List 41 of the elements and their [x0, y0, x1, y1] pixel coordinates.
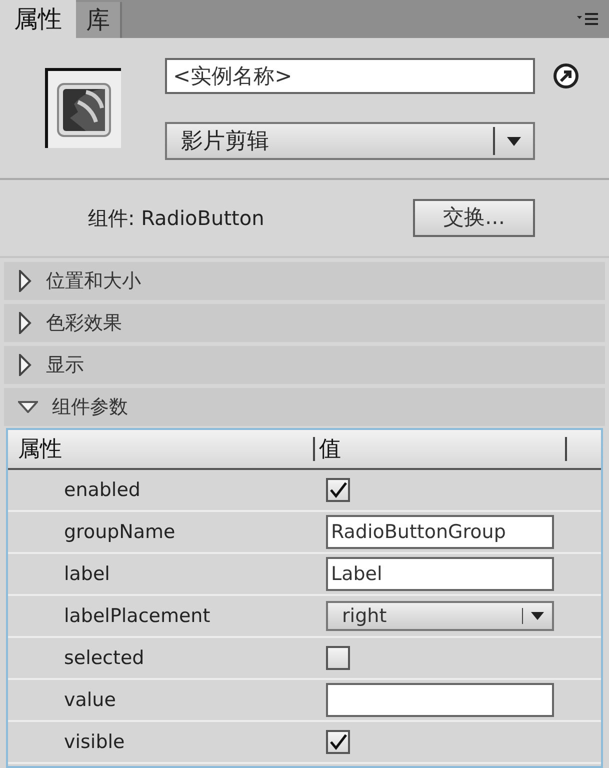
column-header: 属性 [17, 436, 63, 464]
property-name: selected [63, 646, 146, 671]
checkmark-icon [328, 733, 348, 751]
arrow-circle-icon[interactable] [553, 63, 579, 89]
dropdown-arrow-icon [531, 612, 544, 620]
collapse-triangle-icon [18, 401, 38, 413]
swap-button[interactable]: 交换... [413, 199, 535, 237]
section-title: 位置和大小 [46, 268, 141, 294]
symbol-type-dropdown[interactable]: 影片剪辑 [165, 122, 535, 160]
value-field[interactable]: RadioButtonGroup [326, 515, 554, 549]
value-field[interactable]: Label [326, 557, 554, 591]
column-header: 值 [318, 436, 342, 464]
property-name: visible [63, 730, 126, 755]
checkbox[interactable] [326, 730, 350, 754]
component-label: 组件: RadioButton [88, 205, 264, 232]
checkbox[interactable] [326, 646, 350, 670]
expand-triangle-icon [18, 312, 32, 334]
section-header[interactable]: 色彩效果 [4, 304, 605, 342]
property-name: labelPlacement [63, 604, 212, 629]
value-field[interactable] [326, 683, 554, 717]
property-name: value [63, 688, 117, 713]
checkbox[interactable] [326, 478, 350, 502]
section-header[interactable]: 位置和大小 [4, 262, 605, 300]
panel-tab[interactable]: 属性 [0, 0, 76, 38]
checkmark-icon [328, 481, 348, 499]
section-header[interactable]: 显示 [4, 346, 605, 384]
menu-icon[interactable] [577, 12, 599, 26]
property-name: enabled [63, 478, 142, 503]
expand-triangle-icon [18, 270, 32, 292]
section-title: 色彩效果 [46, 310, 122, 336]
panel-tab[interactable]: 库 [76, 2, 122, 38]
instance-name-field[interactable]: <实例名称> [165, 58, 535, 94]
expand-triangle-icon [18, 354, 32, 376]
section-header[interactable]: 组件参数 [4, 388, 605, 426]
section-title: 组件参数 [52, 394, 128, 420]
dropdown-arrow-icon [507, 136, 521, 146]
property-name: label [63, 562, 111, 587]
component-icon [56, 82, 112, 138]
section-title: 显示 [46, 352, 84, 378]
value-dropdown[interactable]: right [326, 601, 554, 631]
property-name: groupName [63, 520, 176, 545]
